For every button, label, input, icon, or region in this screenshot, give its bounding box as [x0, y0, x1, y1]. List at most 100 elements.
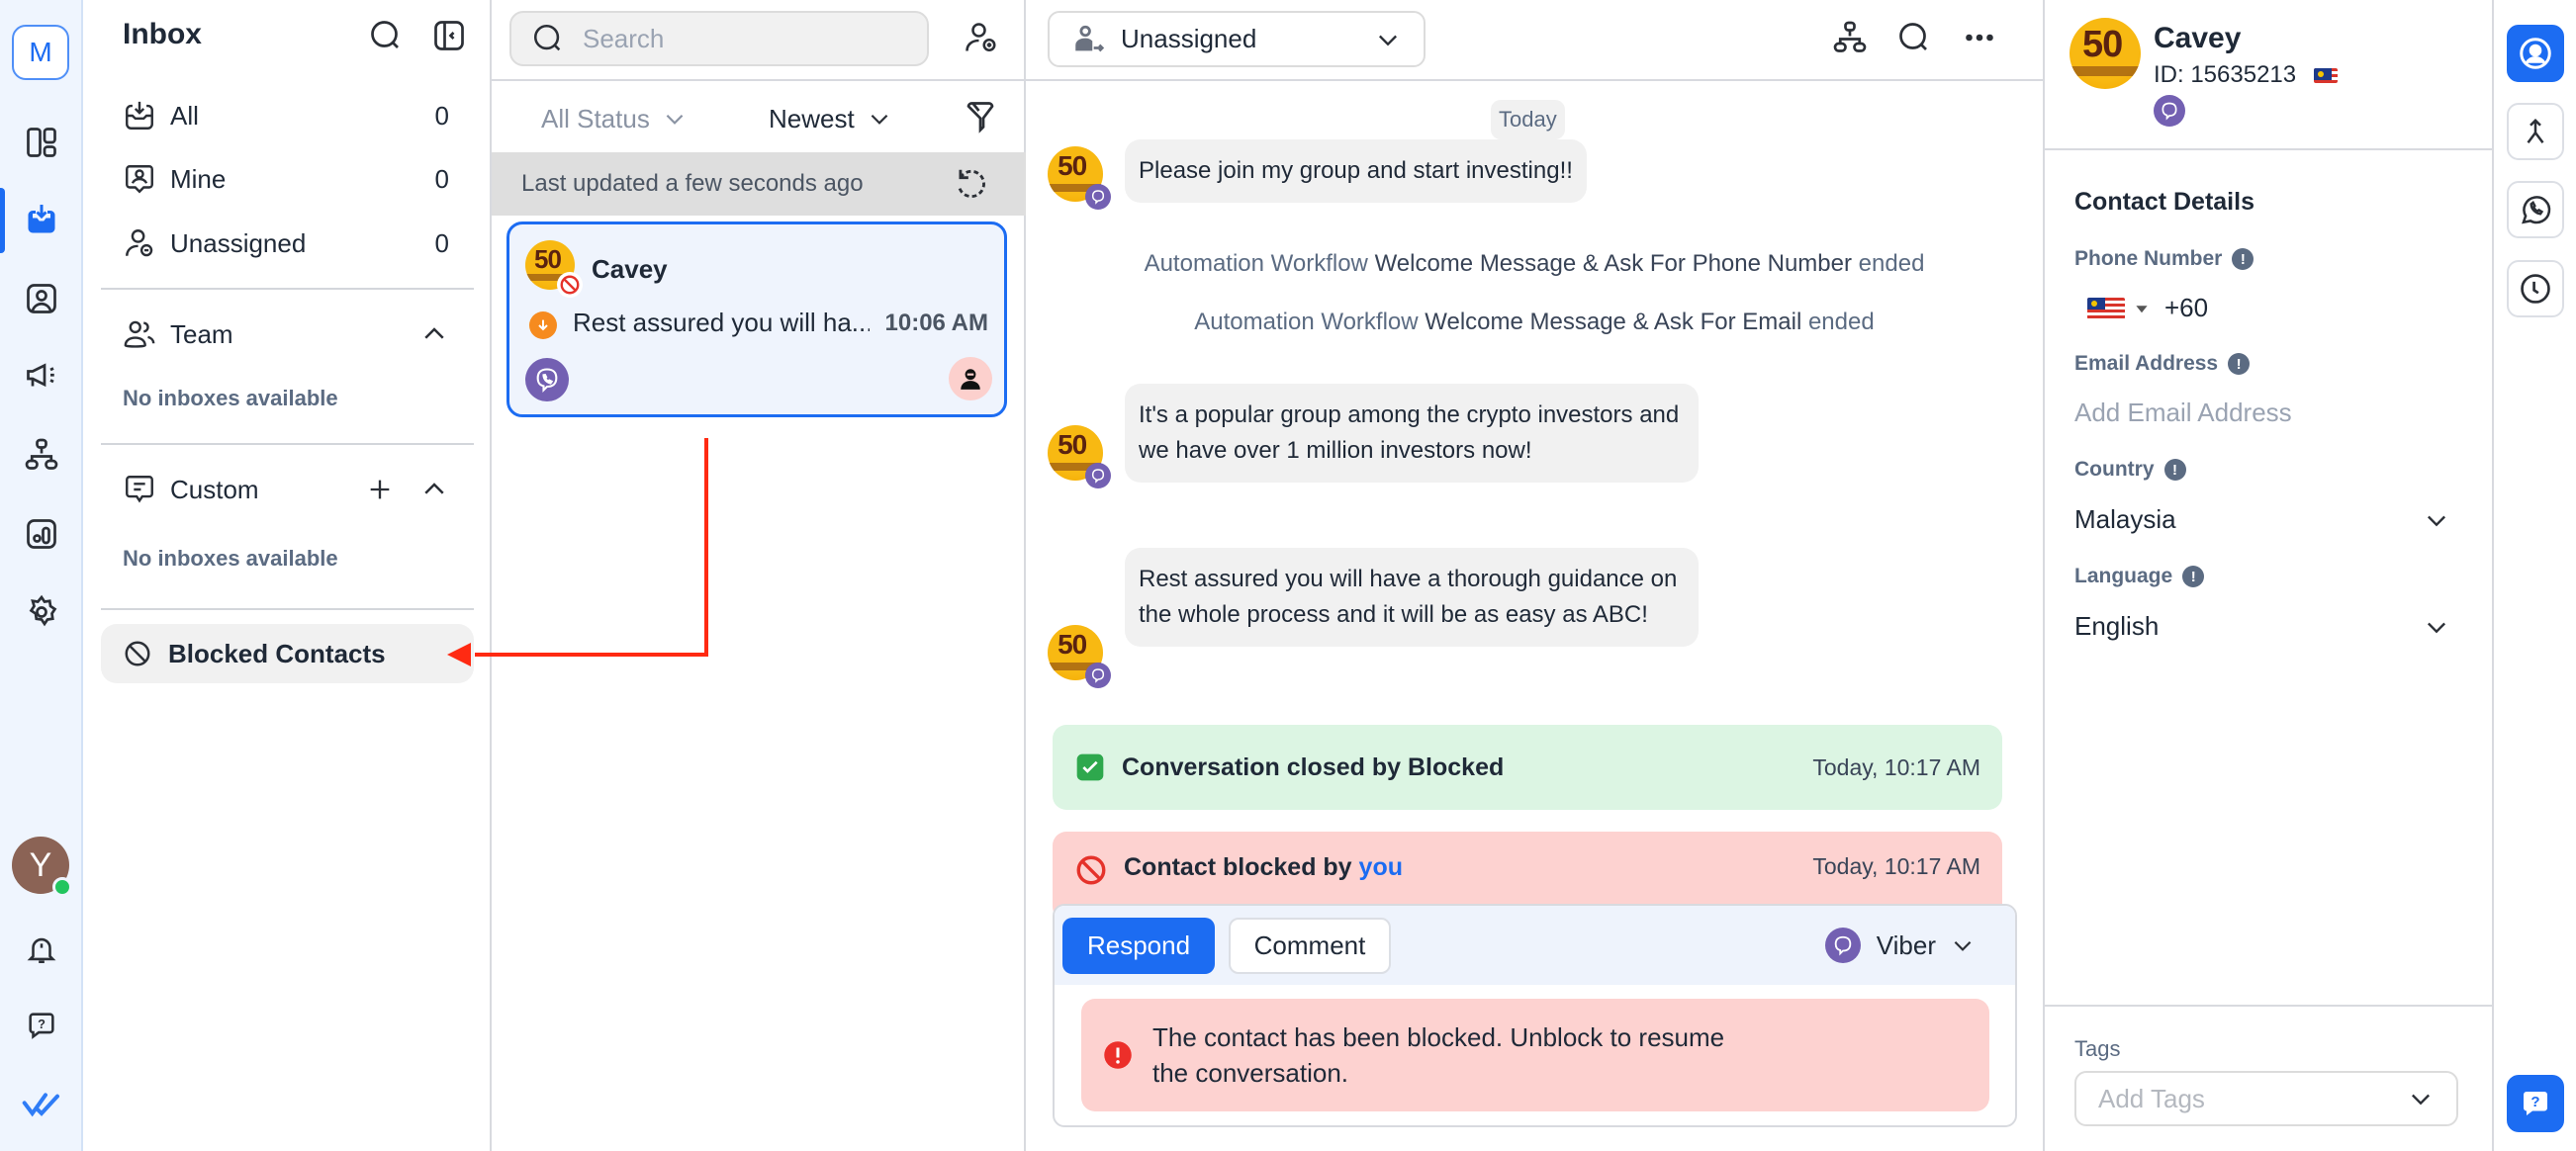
malaysia-flag-icon [2314, 67, 2339, 83]
workflow-name[interactable]: Welcome Message & Ask For Email [1425, 309, 1801, 335]
blocked-icon [560, 275, 580, 295]
nav-broadcasts[interactable] [20, 354, 63, 398]
chat-panel: Unassigned Today 50 Please join my group… [1026, 0, 2043, 1151]
nav-active-indicator [0, 188, 5, 253]
new-contact-button[interactable] [963, 20, 998, 55]
rail-contact-profile[interactable] [2507, 25, 2564, 82]
user-initial: Y [29, 845, 52, 884]
message-bubble: Rest assured you will have a thorough gu… [1125, 548, 1699, 647]
refresh-icon[interactable] [953, 165, 990, 203]
nav-dashboard[interactable] [20, 121, 63, 164]
phone-label: Phone Number! [2074, 247, 2254, 271]
viber-channel-badge [2154, 95, 2185, 127]
more-horizontal-icon [1966, 34, 1993, 42]
chat-search-button[interactable] [1896, 20, 1932, 55]
status-filter-dropdown[interactable]: All Status [541, 99, 688, 138]
collapse-panel-button[interactable] [431, 18, 467, 53]
nav-inbox[interactable] [20, 198, 63, 241]
composer: Respond Comment Viber The contact has be… [1053, 904, 2017, 1127]
blocked-notice-text: The contact has been blocked. Unblock to… [1152, 1022, 1725, 1088]
last-updated-bar: Last updated a few seconds ago [492, 152, 1026, 216]
brand-logo [20, 1084, 63, 1127]
sort-dropdown[interactable]: Newest [769, 99, 892, 138]
info-icon[interactable]: ! [2228, 353, 2251, 375]
inbox-view-mine[interactable]: Mine 0 [123, 159, 449, 199]
chevron-down-icon [2412, 1094, 2430, 1106]
team-section-header[interactable]: Team [123, 314, 449, 354]
tags-dropdown[interactable]: Add Tags [2074, 1071, 2458, 1126]
tab-comment[interactable]: Comment [1229, 918, 1391, 974]
conversation-item[interactable]: 50 Cavey Rest assured you will ha... 10:… [506, 221, 1007, 417]
phone-code: +60 [2164, 293, 2209, 322]
online-status-dot [52, 877, 72, 897]
contact-avatar: 50 [2070, 18, 2141, 89]
country-dropdown[interactable]: Malaysia [2074, 504, 2470, 535]
filter-button[interactable] [963, 99, 998, 134]
conversation-preview: Rest assured you will ha... [573, 308, 870, 337]
viber-channel-badge [525, 358, 569, 401]
assignee-avatar[interactable] [949, 357, 992, 400]
event-text: Conversation closed by [1122, 753, 1402, 781]
inbox-panel: Inbox All 0 Mine 0 Unassigned 0 Team No … [83, 0, 492, 1151]
rail-whatsapp[interactable] [2507, 181, 2564, 238]
event-actor-link[interactable]: you [1359, 853, 1403, 881]
info-icon[interactable]: ! [2232, 248, 2254, 270]
clock-icon [2521, 274, 2550, 304]
info-icon[interactable]: ! [2182, 566, 2205, 587]
support-chat-button[interactable]: ? [2507, 1075, 2564, 1132]
right-rail: ? [2494, 0, 2576, 1151]
inbox-icon [28, 205, 55, 233]
svg-text:?: ? [2530, 1094, 2539, 1110]
info-icon[interactable]: ! [2163, 459, 2186, 481]
inbox-search-button[interactable] [368, 18, 404, 53]
system-suffix: ended [1807, 309, 1875, 335]
rail-merge[interactable] [2507, 103, 2564, 160]
nav-workflows[interactable] [20, 433, 63, 477]
divider [2045, 148, 2496, 150]
workflow-icon [1833, 21, 1867, 52]
workspace-switcher[interactable]: M [12, 25, 69, 80]
inbox-title: Inbox [123, 18, 202, 50]
workflow-button[interactable] [1832, 20, 1868, 55]
tab-respond[interactable]: Respond [1062, 918, 1215, 974]
contact-details-heading: Contact Details [2074, 188, 2254, 216]
language-dropdown[interactable]: English [2074, 611, 2470, 642]
nav-help[interactable]: ? [20, 1004, 63, 1047]
divider [1026, 79, 2043, 81]
help-chat-icon: ? [29, 1013, 54, 1039]
nav-reports[interactable] [20, 512, 63, 556]
country-label-text: Country [2074, 458, 2155, 481]
caret-down-icon[interactable] [2135, 302, 2149, 315]
search-field[interactable] [509, 11, 929, 66]
email-input[interactable] [2074, 398, 2450, 428]
nav-contacts[interactable] [20, 277, 63, 320]
chevron-up-icon[interactable] [419, 319, 449, 349]
custom-section-header[interactable]: Custom [123, 470, 449, 509]
inbox-view-all[interactable]: All 0 [123, 96, 449, 135]
blocked-badge [557, 272, 583, 298]
chevron-up-icon[interactable] [419, 475, 449, 504]
whatsapp-icon [2522, 196, 2551, 224]
message-bubble: Please join my group and start investing… [1125, 139, 1587, 203]
phone-field[interactable]: +60 [2087, 293, 2483, 323]
nav-notifications[interactable] [20, 928, 63, 971]
search-input[interactable] [583, 23, 879, 54]
nav-settings[interactable] [20, 590, 63, 634]
check-square-icon [1076, 753, 1104, 781]
svg-text:?: ? [38, 1017, 46, 1031]
channel-dropdown[interactable]: Viber [1824, 928, 1976, 963]
blocked-icon [125, 641, 150, 666]
assignee-dropdown[interactable]: Unassigned [1048, 11, 1426, 67]
divider [101, 443, 474, 445]
rail-history[interactable] [2507, 260, 2564, 317]
view-count: 0 [434, 163, 449, 194]
workflow-name[interactable]: Welcome Message & Ask For Phone Number [1375, 250, 1852, 277]
event-text: Contact blocked by [1124, 853, 1352, 881]
more-options-button[interactable] [1962, 20, 1997, 55]
viber-icon [1091, 668, 1105, 683]
plus-icon[interactable] [366, 476, 394, 503]
chevron-down-icon [1379, 35, 1397, 45]
blocked-contacts-item[interactable]: Blocked Contacts [101, 624, 474, 683]
inbox-view-unassigned[interactable]: Unassigned 0 [123, 223, 449, 263]
system-suffix: ended [1858, 250, 1925, 277]
